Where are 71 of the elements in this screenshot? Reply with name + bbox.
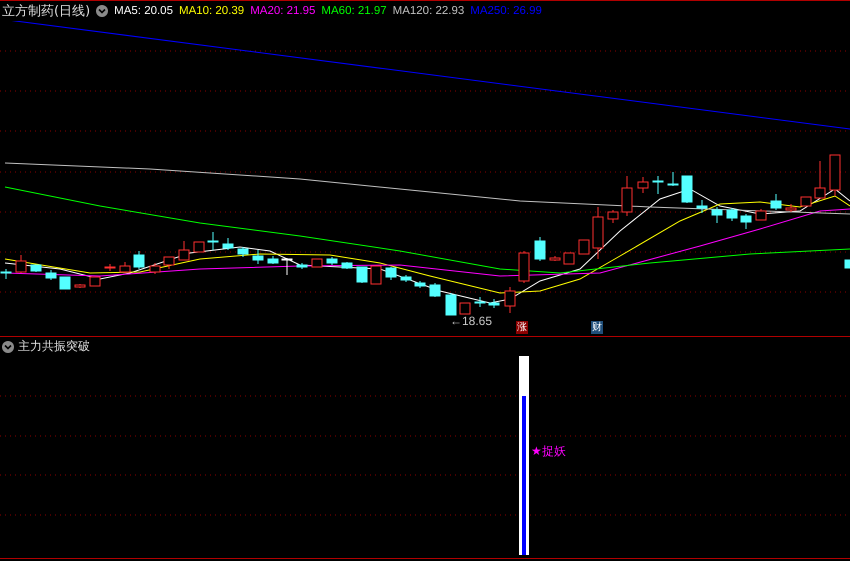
candlestick <box>518 250 530 284</box>
candlestick <box>120 262 130 274</box>
candlestick <box>770 194 782 210</box>
candlestick <box>164 256 174 270</box>
candlestick <box>370 266 382 284</box>
candlestick <box>60 276 70 290</box>
candlestick <box>622 176 632 216</box>
moving-average-value: MA20: 21.95 <box>250 5 316 17</box>
candlestick <box>208 232 218 250</box>
event-marker[interactable]: 财 <box>591 321 603 334</box>
candlestick <box>786 204 796 212</box>
candlestick <box>696 200 708 214</box>
candlestick <box>740 214 752 230</box>
candlestick <box>400 274 412 282</box>
candlestick <box>488 298 500 308</box>
candlestick <box>682 176 692 204</box>
candlestick <box>296 262 308 270</box>
candlestick <box>814 160 826 198</box>
candlestick <box>638 176 648 194</box>
signal-label: ★捉妖 <box>531 443 566 460</box>
candlestick <box>668 172 678 186</box>
candlestick <box>178 240 190 260</box>
event-marker[interactable]: 涨 <box>516 321 528 334</box>
candlestick <box>414 280 426 288</box>
stock-title: 立方制药(日线) <box>2 3 90 20</box>
moving-average-value: MA250: 26.99 <box>470 5 542 17</box>
candlestick <box>268 256 278 264</box>
candlestick <box>386 266 396 280</box>
low-price-label: ←18.65 <box>450 314 492 328</box>
candlestick <box>474 296 486 308</box>
candlestick <box>30 264 42 272</box>
candlestick <box>564 252 574 264</box>
candlestick <box>74 284 86 288</box>
moving-average-value: MA5: 20.05 <box>114 5 173 17</box>
candlestick <box>608 210 618 224</box>
indicator-title: 主力共振突破 <box>18 338 90 355</box>
candlestick <box>312 258 322 268</box>
moving-average-value: MA60: 21.97 <box>321 5 387 17</box>
candlestick <box>460 302 470 314</box>
candlestick <box>592 206 604 260</box>
candlestick <box>652 176 664 194</box>
candlestick <box>238 246 248 258</box>
candlestick <box>756 208 766 220</box>
candlestick <box>252 250 264 264</box>
candlestick <box>504 286 516 314</box>
candlestick <box>726 208 738 222</box>
candlestick <box>800 196 812 206</box>
candlestick <box>46 270 56 280</box>
candlestick <box>282 258 292 276</box>
candlestick <box>326 256 338 266</box>
candlestick <box>16 254 26 274</box>
candlestick <box>578 240 590 254</box>
dropdown-icon[interactable] <box>96 5 108 17</box>
candlestick <box>150 262 160 274</box>
candlestick <box>712 206 722 224</box>
candlestick <box>356 266 368 284</box>
candlestick <box>194 242 204 252</box>
candlestick <box>222 238 234 250</box>
candlestick <box>0 268 12 280</box>
candlestick <box>90 276 100 286</box>
candlestick <box>430 282 440 298</box>
candlestick <box>342 262 352 270</box>
candlestick <box>830 154 840 196</box>
candlestick <box>844 260 850 268</box>
dropdown-icon[interactable] <box>2 340 14 352</box>
candlestick <box>446 292 456 316</box>
moving-average-value: MA120: 22.93 <box>392 5 464 17</box>
candlestick <box>134 250 144 270</box>
candlestick <box>534 236 546 262</box>
candlestick <box>550 256 560 262</box>
moving-average-value: MA10: 20.39 <box>178 5 244 17</box>
